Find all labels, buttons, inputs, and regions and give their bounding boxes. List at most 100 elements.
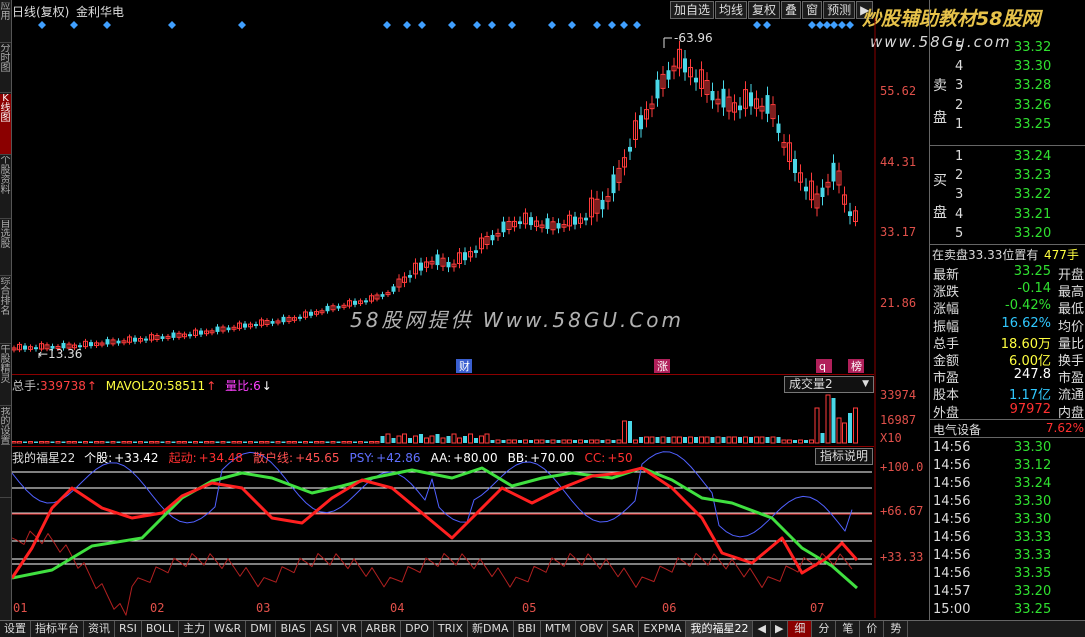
sidebar-tab[interactable]: 应用 bbox=[0, 2, 11, 43]
indicator-tab[interactable]: ASI bbox=[311, 621, 338, 637]
sidebar-tab[interactable]: K线图 bbox=[0, 94, 11, 155]
volume-bar bbox=[440, 437, 446, 444]
toolbar-button[interactable]: 加自选 bbox=[670, 1, 715, 19]
volume-bar bbox=[435, 434, 440, 443]
indicator-tab[interactable]: OBV bbox=[576, 621, 608, 637]
candle-down bbox=[501, 221, 506, 233]
quote-row: 14:56 33.30 bbox=[930, 512, 1085, 531]
indicator-tab[interactable]: ARBR bbox=[362, 621, 402, 637]
candle-down bbox=[793, 159, 797, 173]
indicator-tab[interactable]: 指标平台 bbox=[31, 621, 84, 637]
tick-time: 14:56 bbox=[933, 440, 971, 455]
indicator-tab[interactable]: 资讯 bbox=[84, 621, 115, 637]
stat-label: 金额 bbox=[933, 354, 960, 369]
sidebar-tab[interactable]: 自选股 bbox=[0, 220, 11, 276]
toolbar-button[interactable]: 预测 bbox=[823, 1, 856, 19]
quote-view-tab[interactable]: 势 bbox=[884, 621, 909, 637]
toolbar-button[interactable]: 均线 bbox=[715, 1, 748, 19]
indicator-tab[interactable]: 新DMA bbox=[468, 621, 514, 637]
volume-bar bbox=[94, 441, 99, 444]
order-price: 33.25 bbox=[1014, 116, 1052, 132]
indicator-tab[interactable]: EXPMA bbox=[639, 621, 687, 637]
indicator-field: AA: +80.00 bbox=[431, 451, 503, 465]
mavol-value: 58511 bbox=[167, 379, 206, 393]
volume-bar bbox=[61, 441, 66, 443]
indicator-tab[interactable]: BIAS bbox=[276, 621, 311, 637]
stat-label: 涨跌 bbox=[933, 285, 960, 301]
indicator-tab[interactable]: DPO bbox=[401, 621, 434, 637]
volume-bar bbox=[694, 437, 698, 443]
sidebar-tab[interactable]: 我的设置 bbox=[0, 407, 11, 498]
indicator-field-value: +45.65 bbox=[295, 451, 340, 465]
quote-view-tab[interactable]: 价 bbox=[860, 621, 885, 637]
stat-value: -0.42% bbox=[1005, 298, 1051, 314]
toolbar-button[interactable]: 叠 bbox=[781, 1, 802, 19]
indicator-tab[interactable]: BOLL bbox=[142, 621, 180, 637]
volume-bar bbox=[561, 439, 567, 444]
volume-bar bbox=[281, 441, 286, 443]
quote-view-tab[interactable]: 笔 bbox=[836, 621, 861, 637]
mavol-label: MAVOL20: bbox=[105, 379, 167, 393]
volume-bar bbox=[776, 437, 781, 443]
scroll-left-icon[interactable]: ◀ bbox=[753, 621, 771, 637]
ratio-label: 量比: bbox=[225, 379, 254, 393]
signal-diamond-icon bbox=[593, 21, 601, 29]
signal-diamond-icon bbox=[846, 21, 854, 29]
volume-bar bbox=[759, 436, 765, 444]
candle-down bbox=[325, 305, 330, 312]
stat-label: 最新 bbox=[933, 268, 960, 283]
indicator-field-label: 散户线: bbox=[253, 451, 294, 465]
low-price-label: ←13.36 bbox=[38, 347, 82, 361]
quote-row: 3 33.22 bbox=[930, 187, 1085, 206]
volume-bar bbox=[314, 441, 319, 444]
sidebar-tab[interactable]: 分时图 bbox=[0, 44, 11, 93]
indicator-tab[interactable]: W&R bbox=[210, 621, 247, 637]
quote-row: 4 33.21 bbox=[930, 207, 1085, 226]
signal-diamond-icon bbox=[383, 21, 391, 29]
candle-down bbox=[23, 345, 27, 350]
volume-total-label: 总手: bbox=[12, 379, 41, 393]
volume-bar bbox=[633, 439, 638, 444]
stat-label-2: 最高 bbox=[1057, 285, 1084, 301]
volume-bar bbox=[12, 441, 17, 444]
quote-row: 涨跌 -0.14 最高 bbox=[930, 281, 1085, 300]
indicator-tab[interactable]: DMI bbox=[246, 621, 277, 637]
volume-indicator-select[interactable]: 成交量2 ▼ bbox=[784, 376, 874, 393]
stat-value: 33.25 bbox=[1013, 264, 1051, 279]
quote-view-tab[interactable]: 分 bbox=[812, 621, 837, 637]
indicator-tab[interactable]: RSI bbox=[115, 621, 142, 637]
toolbar-button[interactable]: 复权 bbox=[748, 1, 781, 19]
quote-row: 2 33.23 bbox=[930, 168, 1085, 187]
scroll-right-icon[interactable]: ▶ bbox=[771, 621, 789, 637]
indicator-tab[interactable]: TRIX bbox=[434, 621, 469, 637]
toolbar-button[interactable]: 窗 bbox=[802, 1, 823, 19]
indicator-tab[interactable]: VR bbox=[338, 621, 362, 637]
order-notice: 在卖盘33.33位置有 bbox=[932, 248, 1039, 262]
indicator-help-button[interactable]: 指标说明 bbox=[815, 448, 874, 465]
volume-bar bbox=[710, 437, 715, 443]
order-level: 4 bbox=[955, 206, 964, 222]
indicator-tab[interactable]: SAR bbox=[608, 621, 640, 637]
quote-view-tab[interactable]: 细 bbox=[788, 621, 813, 637]
quote-row: 1 33.25 bbox=[930, 117, 1085, 136]
indicator-tab[interactable]: 主力 bbox=[179, 621, 211, 637]
volume-bar bbox=[309, 441, 313, 443]
volume-bar bbox=[556, 440, 561, 443]
indicator-tab[interactable]: 设置 bbox=[0, 621, 31, 637]
sidebar-tab[interactable]: 牛股精灵 bbox=[0, 345, 11, 406]
volume-bar bbox=[380, 436, 385, 443]
indicator-tab[interactable]: 我的福星22 bbox=[686, 621, 754, 637]
volume-bar bbox=[611, 440, 616, 443]
sidebar-tab[interactable]: 个股资料 bbox=[0, 156, 11, 219]
panel-divider bbox=[930, 419, 1085, 420]
volume-bar bbox=[770, 436, 776, 444]
volume-bar bbox=[743, 436, 748, 444]
indicator-tab[interactable]: MTM bbox=[541, 621, 576, 637]
signal-diamond-icon bbox=[418, 21, 426, 29]
volume-bar bbox=[121, 441, 127, 444]
stat-label-2: 最低 bbox=[1057, 302, 1084, 318]
indicator-tab[interactable]: BBI bbox=[514, 621, 541, 637]
volume-bar bbox=[408, 438, 412, 443]
sidebar-tab[interactable]: 综合排名 bbox=[0, 277, 11, 344]
candle-down bbox=[600, 199, 605, 210]
